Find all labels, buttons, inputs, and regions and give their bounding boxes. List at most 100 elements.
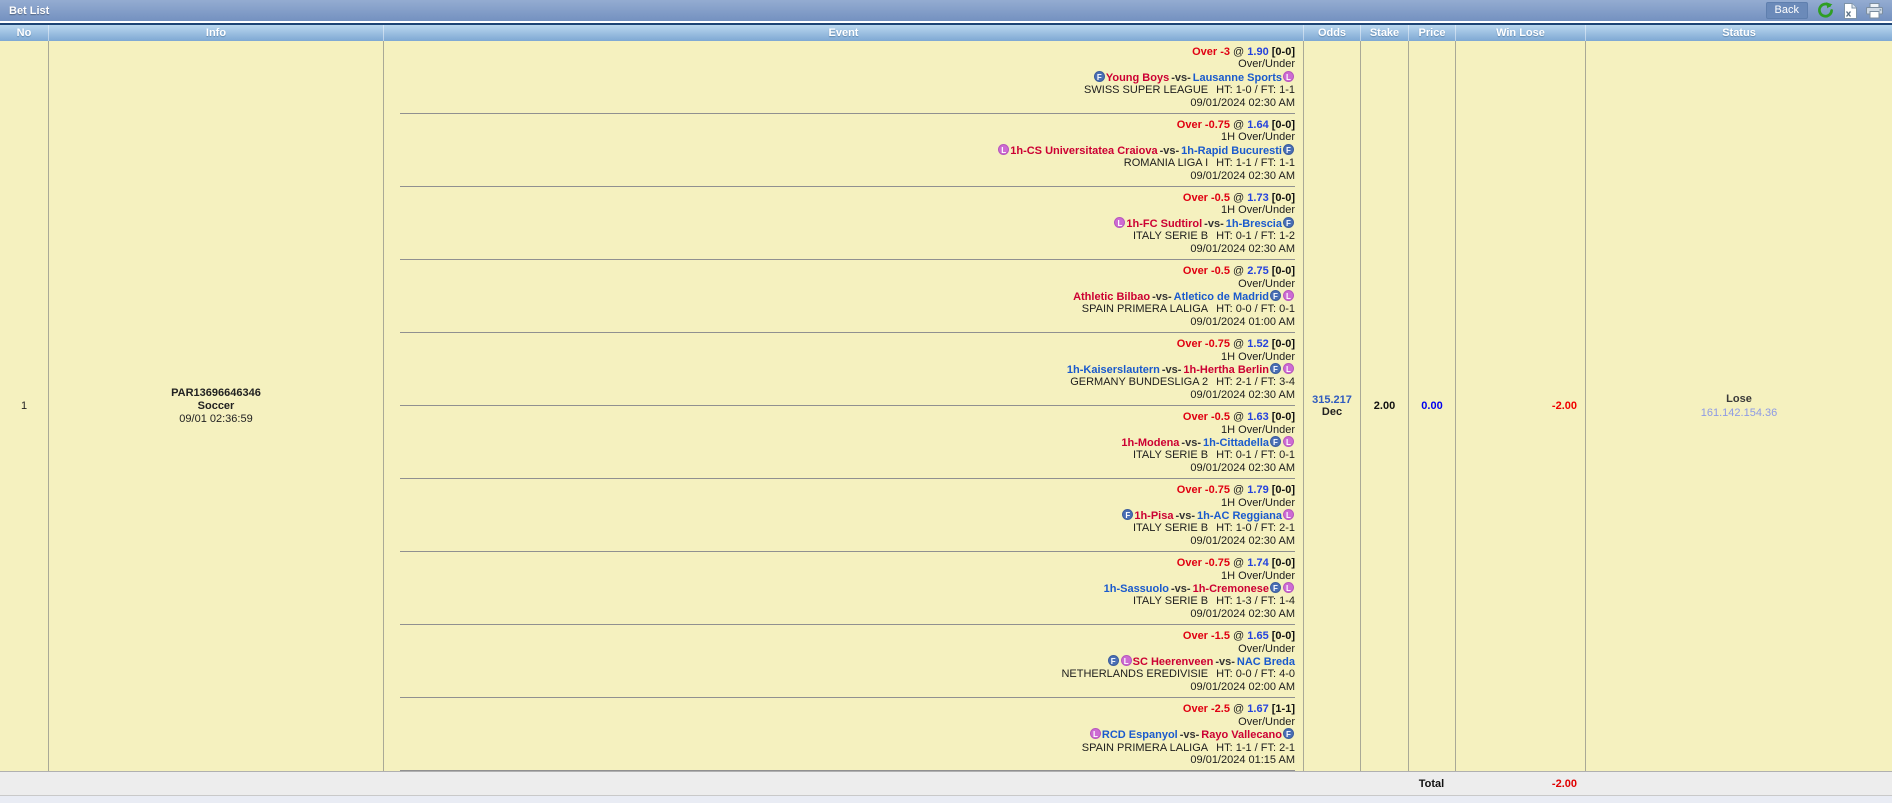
leg-match-line: 1h-Sassuolo-vs-1h-CremoneseFL: [384, 582, 1295, 595]
vs-label: -vs-: [1152, 291, 1172, 303]
leg-ht-ft-score: HT: 2-1 / FT: 3-4: [1216, 376, 1295, 388]
leg-match-line: L1h-CS Universitatea Craiova-vs-1h-Rapid…: [384, 144, 1295, 157]
back-button[interactable]: Back: [1766, 2, 1808, 19]
away-team-name: Rayo Vallecano: [1201, 729, 1282, 741]
leg-match-line: LRCD Espanyol-vs-Rayo VallecanoF: [384, 728, 1295, 741]
leg-ht-ft-score: HT: 0-0 / FT: 0-1: [1216, 303, 1295, 315]
event-cell: Over -3 @ 1.90 [0-0] Over/Under FYoung B…: [383, 41, 1303, 771]
leg-datetime: 09/01/2024 02:30 AM: [384, 243, 1295, 255]
leg-odds: 2.75: [1247, 265, 1268, 277]
page-title: Bet List: [9, 5, 49, 17]
home-team-name: 1h-Sassuolo: [1104, 583, 1169, 595]
away-team-name: Atletico de Madrid: [1174, 291, 1269, 303]
leg-selection-line: Over -0.75 @ 1.79 [0-0]: [384, 484, 1295, 496]
leg-match-line: FLSC Heerenveen-vs-NAC Breda: [384, 655, 1295, 668]
leg-league: SWISS SUPER LEAGUE: [1084, 84, 1208, 96]
first-goal-icon: F: [1283, 217, 1294, 228]
leg-ht-ft-score: HT: 0-1 / FT: 1-2: [1216, 230, 1295, 242]
leg-ht-ft-score: HT: 1-1 / FT: 2-1: [1216, 742, 1295, 754]
refresh-icon[interactable]: [1817, 2, 1834, 19]
first-goal-icon: F: [1270, 436, 1281, 447]
leg-at-symbol: @: [1233, 338, 1244, 350]
bet-status-cell: Lose 161.142.154.36: [1585, 41, 1892, 771]
home-team-icons: L: [997, 145, 1010, 157]
away-team-icons: FL: [1269, 437, 1295, 449]
leg-league: GERMANY BUNDESLIGA 2: [1070, 376, 1208, 388]
away-team-icons: FL: [1269, 583, 1295, 595]
leg-ht-ft-score: HT: 1-0 / FT: 1-1: [1216, 84, 1295, 96]
away-team-name: 1h-Cittadella: [1203, 437, 1269, 449]
leg-league-score-line: SWISS SUPER LEAGUE HT: 1-0 / FT: 1-1: [384, 84, 1295, 96]
leg-odds: 1.63: [1247, 411, 1268, 423]
first-goal-icon: F: [1270, 582, 1281, 593]
leg-score-at-bet: [0-0]: [1272, 630, 1295, 642]
leg-score-at-bet: [0-0]: [1272, 411, 1295, 423]
leg-score-at-bet: [0-0]: [1272, 338, 1295, 350]
leg-at-symbol: @: [1233, 192, 1244, 204]
leg-selection: Over -2.5: [1183, 703, 1230, 715]
home-team-icons: L: [1089, 729, 1102, 741]
leg-market: Over/Under: [384, 643, 1295, 655]
vs-label: -vs-: [1181, 437, 1201, 449]
leg-selection-line: Over -3 @ 1.90 [0-0]: [384, 46, 1295, 58]
leg-score-at-bet: [1-1]: [1272, 703, 1295, 715]
leg-selection-line: Over -0.5 @ 1.63 [0-0]: [384, 411, 1295, 423]
leg-datetime: 09/01/2024 02:30 AM: [384, 608, 1295, 620]
leg-ht-ft-score: HT: 1-1 / FT: 1-1: [1216, 157, 1295, 169]
away-team-icons: FL: [1269, 364, 1295, 376]
bet-row: 1 PAR13696646346 Soccer 09/01 02:36:59 O…: [0, 41, 1892, 771]
leg-league-score-line: SPAIN PRIMERA LALIGAHT: 1-1 / FT: 2-1: [384, 742, 1295, 754]
leg-league: ITALY SERIE B: [1133, 522, 1208, 534]
bet-placed-time: 09/01 02:36:59: [179, 413, 252, 426]
column-header-win-lose: Win Lose: [1455, 25, 1585, 41]
home-team-name: 1h-FC Sudtirol: [1126, 218, 1202, 230]
home-team-name: RCD Espanyol: [1102, 729, 1178, 741]
leg-league-score-line: ITALY SERIE B HT: 0-1 / FT: 0-1: [384, 449, 1295, 461]
away-team-name: 1h-AC Reggiana: [1197, 510, 1282, 522]
home-team-name: 1h-CS Universitatea Craiova: [1010, 145, 1157, 157]
leg-league: ITALY SERIE B: [1133, 230, 1208, 242]
leg-league: SPAIN PRIMERA LALIGA: [1082, 303, 1208, 315]
leg-selection-line: Over -0.5 @ 2.75 [0-0]: [384, 265, 1295, 277]
leg-market: 1H Over/Under: [384, 351, 1295, 363]
bet-odds-cell: 315.217 Dec: [1303, 41, 1360, 771]
title-bar: Bet List Back: [0, 0, 1892, 23]
leg-ht-ft-score: HT: 1-0 / FT: 2-1: [1216, 522, 1295, 534]
leg-selection: Over -3: [1192, 46, 1230, 58]
away-team-name: 1h-Brescia: [1226, 218, 1282, 230]
leg-ht-ft-score: HT: 0-1 / FT: 0-1: [1216, 449, 1295, 461]
bet-leg: Over -0.75 @ 1.79 [0-0] 1H Over/Under F1…: [384, 479, 1303, 551]
away-team-icons: FL: [1269, 291, 1295, 303]
total-label: Total: [1408, 772, 1455, 795]
vs-label: -vs-: [1171, 72, 1191, 84]
toolbar: Back: [1766, 2, 1883, 19]
leg-league: ITALY SERIE B: [1133, 449, 1208, 461]
leg-score-at-bet: [0-0]: [1272, 557, 1295, 569]
print-icon[interactable]: [1866, 3, 1883, 19]
bet-sport: Soccer: [198, 400, 235, 413]
leg-score-at-bet: [0-0]: [1272, 265, 1295, 277]
leg-selection-line: Over -0.75 @ 1.64 [0-0]: [384, 119, 1295, 131]
leg-odds: 1.90: [1247, 46, 1268, 58]
leg-selection: Over -0.5: [1183, 192, 1230, 204]
leg-selection-line: Over -1.5 @ 1.65 [0-0]: [384, 630, 1295, 642]
leg-at-symbol: @: [1233, 265, 1244, 277]
leg-league-score-line: ITALY SERIE B HT: 1-0 / FT: 2-1: [384, 522, 1295, 534]
leg-market: 1H Over/Under: [384, 424, 1295, 436]
vs-label: -vs-: [1175, 510, 1195, 522]
home-team-name: SC Heerenveen: [1133, 656, 1214, 668]
bet-leg: Over -0.75 @ 1.52 [0-0] 1H Over/Under 1h…: [384, 333, 1303, 405]
leg-match-line: F1h-Pisa-vs-1h-AC ReggianaL: [384, 509, 1295, 522]
leg-selection-line: Over -0.75 @ 1.74 [0-0]: [384, 557, 1295, 569]
excel-export-icon[interactable]: [1843, 3, 1857, 19]
home-team-icons: L: [1113, 218, 1126, 230]
first-goal-icon: F: [1283, 144, 1294, 155]
last-goal-icon: L: [1283, 363, 1294, 374]
leg-selection: Over -1.5: [1183, 630, 1230, 642]
leg-market: Over/Under: [384, 716, 1295, 728]
leg-selection: Over -0.75: [1177, 338, 1230, 350]
home-team-name: 1h-Pisa: [1134, 510, 1173, 522]
bet-leg: Over -0.75 @ 1.64 [0-0] 1H Over/Under L1…: [384, 114, 1303, 186]
last-goal-icon: L: [1283, 290, 1294, 301]
leg-selection: Over -0.5: [1183, 265, 1230, 277]
